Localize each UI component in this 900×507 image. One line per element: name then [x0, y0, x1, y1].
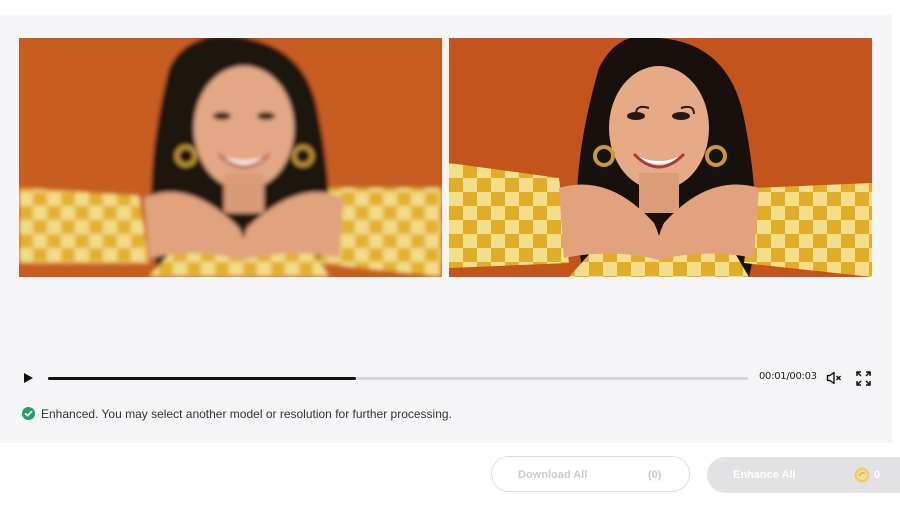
download-all-label: Download All: [518, 469, 588, 481]
enhanced-frame: [449, 38, 872, 277]
progress-bar[interactable]: [48, 377, 748, 380]
download-all-button[interactable]: Download All (0): [491, 456, 690, 492]
duration: 00:03: [789, 371, 817, 382]
original-frame: [19, 38, 442, 277]
download-count: (0): [648, 469, 662, 481]
check-circle-icon: [22, 407, 35, 420]
enhance-all-button[interactable]: Enhance All 0: [707, 457, 900, 493]
fullscreen-icon[interactable]: [856, 371, 871, 386]
progress-fill: [48, 377, 356, 380]
video-controls: 00:01/00:03: [0, 368, 892, 388]
portrait-image-enhanced: [449, 38, 872, 277]
coin-icon: [854, 467, 870, 483]
mute-icon[interactable]: [826, 371, 842, 385]
portrait-image: [19, 38, 442, 277]
current-time: 00:01: [759, 371, 787, 382]
credits-count: 0: [874, 469, 881, 481]
time-display: 00:01/00:03: [759, 371, 817, 382]
enhance-all-label: Enhance All: [733, 469, 796, 481]
play-icon[interactable]: [22, 372, 34, 384]
status-text: Enhanced. You may select another model o…: [41, 407, 452, 421]
